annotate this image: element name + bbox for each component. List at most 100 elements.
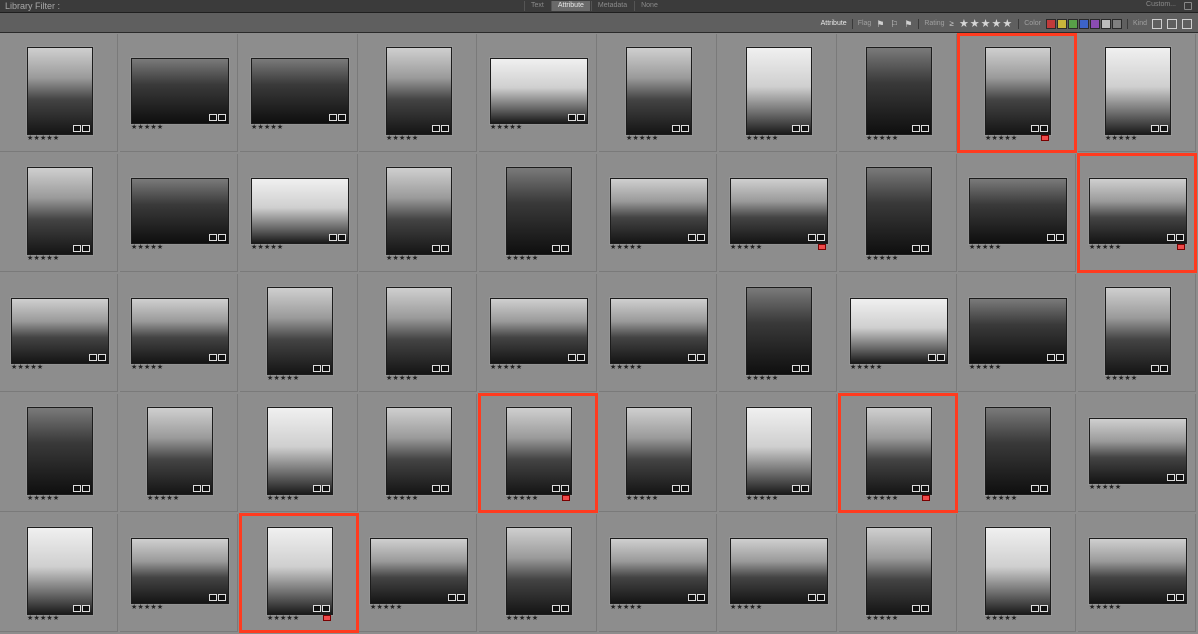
crop-badge-icon[interactable] (218, 354, 226, 361)
metadata-badge-icon[interactable] (313, 605, 321, 612)
red-color-label[interactable] (1177, 244, 1185, 250)
crop-badge-icon[interactable] (1160, 365, 1168, 372)
metadata-badge-icon[interactable] (568, 114, 576, 121)
crop-badge-icon[interactable] (801, 365, 809, 372)
thumbnail-cell[interactable]: ★★★★★ (240, 274, 358, 392)
metadata-badge-icon[interactable] (1047, 354, 1055, 361)
thumbnail-cell[interactable]: ★★★★★ (957, 33, 1077, 153)
metadata-badge-icon[interactable] (432, 125, 440, 132)
star-rating[interactable]: ★★★★★ (131, 243, 163, 251)
thumbnail-cell[interactable]: ★★★★★ (120, 394, 238, 512)
photo-thumbnail[interactable] (490, 58, 588, 124)
thumbnail-cell[interactable]: ★★★★★ (599, 514, 717, 632)
thumbnail-cell[interactable]: ★★★★★ (359, 34, 477, 152)
metadata-badge-icon[interactable] (209, 354, 217, 361)
metadata-badge-icon[interactable] (552, 245, 560, 252)
crop-badge-icon[interactable] (937, 354, 945, 361)
photo-thumbnail[interactable] (131, 58, 229, 124)
crop-badge-icon[interactable] (697, 594, 705, 601)
metadata-badge-icon[interactable] (552, 485, 560, 492)
metadata-badge-icon[interactable] (1167, 234, 1175, 241)
star-rating[interactable]: ★★★★★ (131, 363, 163, 371)
thumbnail-cell[interactable]: ★★★★★ (839, 154, 957, 272)
photo-thumbnail[interactable] (386, 167, 452, 255)
photo-thumbnail[interactable] (490, 298, 588, 364)
thumbnail-cell[interactable]: ★★★★★ (719, 154, 837, 272)
thumbnail-cell[interactable]: ★★★★★ (839, 514, 957, 632)
photo-thumbnail[interactable] (1089, 178, 1187, 244)
photo-thumbnail[interactable] (506, 527, 572, 615)
flag-rejected-icon[interactable]: ⚑ (904, 19, 913, 29)
photo-thumbnail[interactable] (1089, 538, 1187, 604)
metadata-badge-icon[interactable] (1031, 125, 1039, 132)
crop-badge-icon[interactable] (921, 125, 929, 132)
flag-pick-icon[interactable]: ⚑ (876, 19, 885, 29)
crop-badge-icon[interactable] (441, 245, 449, 252)
photo-thumbnail[interactable] (746, 47, 812, 135)
metadata-badge-icon[interactable] (73, 125, 81, 132)
metadata-badge-icon[interactable] (912, 245, 920, 252)
thumbnail-cell[interactable]: ★★★★★ (240, 394, 358, 512)
metadata-badge-icon[interactable] (73, 605, 81, 612)
star-rating[interactable]: ★★★★★ (506, 494, 538, 502)
star-rating[interactable]: ★★★★★ (490, 363, 522, 371)
thumbnail-cell[interactable]: ★★★★★ (479, 34, 597, 152)
metadata-badge-icon[interactable] (329, 234, 337, 241)
tab-attribute[interactable]: Attribute (550, 1, 590, 11)
thumbnail-cell[interactable]: ★★★★★ (120, 514, 238, 632)
crop-badge-icon[interactable] (1040, 125, 1048, 132)
crop-badge-icon[interactable] (817, 234, 825, 241)
rating-operator[interactable]: ≥ (950, 19, 954, 28)
crop-badge-icon[interactable] (921, 485, 929, 492)
crop-badge-icon[interactable] (218, 114, 226, 121)
metadata-badge-icon[interactable] (73, 485, 81, 492)
star-rating[interactable]: ★★★★★ (490, 123, 522, 131)
star-rating[interactable]: ★★★★★ (267, 614, 299, 622)
metadata-badge-icon[interactable] (552, 605, 560, 612)
metadata-badge-icon[interactable] (1167, 594, 1175, 601)
crop-badge-icon[interactable] (82, 245, 90, 252)
metadata-badge-icon[interactable] (89, 354, 97, 361)
star-rating[interactable]: ★★★★★ (11, 363, 43, 371)
crop-badge-icon[interactable] (681, 485, 689, 492)
crop-badge-icon[interactable] (322, 605, 330, 612)
thumbnail-cell[interactable]: ★★★★★ (958, 514, 1076, 632)
photo-thumbnail[interactable] (866, 167, 932, 255)
crop-badge-icon[interactable] (1056, 354, 1064, 361)
thumbnail-cell[interactable]: ★★★★★ (240, 34, 358, 152)
photo-thumbnail[interactable] (11, 298, 109, 364)
crop-badge-icon[interactable] (801, 125, 809, 132)
metadata-badge-icon[interactable] (193, 485, 201, 492)
photo-thumbnail[interactable] (27, 47, 93, 135)
thumbnail-cell[interactable]: ★★★★★ (359, 394, 477, 512)
color-label-swatch[interactable]: #8b4cb2 (1089, 18, 1100, 29)
thumbnail-cell[interactable]: ★★★★★ (0, 154, 118, 272)
metadata-badge-icon[interactable] (672, 125, 680, 132)
metadata-badge-icon[interactable] (688, 234, 696, 241)
metadata-badge-icon[interactable] (1031, 605, 1039, 612)
photo-thumbnail[interactable] (626, 407, 692, 495)
star-rating[interactable]: ★★★★★ (730, 243, 762, 251)
metadata-badge-icon[interactable] (928, 354, 936, 361)
thumbnail-cell[interactable]: ★★★★★ (599, 274, 717, 392)
photo-thumbnail[interactable] (386, 407, 452, 495)
lock-icon[interactable] (1184, 2, 1192, 10)
color-label-swatch[interactable]: #bdbdbd (1100, 18, 1111, 29)
thumbnail-cell[interactable]: ★★★★★ (719, 394, 837, 512)
star-rating[interactable]: ★★★★★ (866, 614, 898, 622)
photo-thumbnail[interactable] (866, 47, 932, 135)
star-rating[interactable]: ★★★★★ (506, 254, 538, 262)
metadata-badge-icon[interactable] (792, 485, 800, 492)
crop-badge-icon[interactable] (921, 605, 929, 612)
metadata-badge-icon[interactable] (1167, 474, 1175, 481)
metadata-badge-icon[interactable] (1151, 125, 1159, 132)
star-rating[interactable]: ★★★★★ (985, 134, 1017, 142)
star-rating[interactable]: ★★★★★ (969, 243, 1001, 251)
custom-filter-preset[interactable]: Custom... (1146, 1, 1176, 8)
thumbnail-cell[interactable]: ★★★★★ (239, 513, 359, 633)
thumbnail-cell[interactable]: ★★★★★ (1077, 153, 1197, 273)
thumbnail-cell[interactable]: ★★★★★ (1078, 394, 1196, 512)
star-rating[interactable]: ★★★★★ (985, 614, 1017, 622)
thumbnail-cell[interactable]: ★★★★★ (958, 394, 1076, 512)
crop-badge-icon[interactable] (921, 245, 929, 252)
